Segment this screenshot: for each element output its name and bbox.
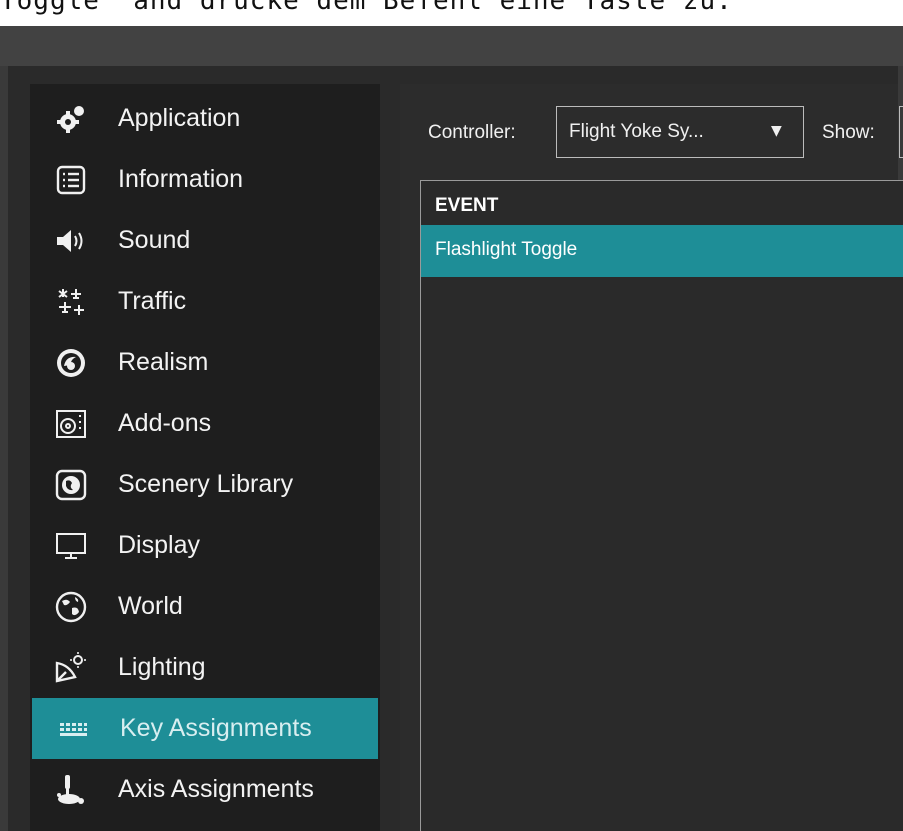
sidebar-item-label: Sound — [118, 226, 191, 254]
sidebar-item-realism[interactable]: Realism — [30, 332, 380, 393]
controller-label: Controller: — [428, 122, 516, 143]
controller-select[interactable]: Flight Yoke Sy... ▼ — [556, 106, 804, 158]
caption-strip: Toggle" and drücke dem Befehl eine Taste… — [0, 0, 903, 26]
sidebar-item-world[interactable]: World — [30, 576, 380, 637]
sidebar-item-label: Lighting — [118, 653, 206, 681]
show-select[interactable] — [899, 106, 903, 158]
event-column-header[interactable]: EVENT — [435, 195, 498, 217]
sidebar-item-label: World — [118, 592, 183, 620]
table-row[interactable]: Flashlight Toggle — [421, 225, 903, 277]
sidebar-item-label: Display — [118, 531, 200, 559]
sidebar-item-add-ons[interactable]: Add-ons — [30, 393, 380, 454]
gear-splat-icon — [50, 98, 92, 140]
realism-icon — [50, 342, 92, 384]
sidebar-item-label: Axis Assignments — [118, 775, 314, 803]
caption-text: Toggle" and drücke dem Befehl eine Taste… — [0, 0, 733, 16]
list-icon — [50, 159, 92, 201]
event-table: EVENT Flashlight Toggle — [420, 180, 903, 831]
sidebar-item-sound[interactable]: Sound — [30, 210, 380, 271]
speaker-icon — [50, 220, 92, 262]
sidebar-item-display[interactable]: Display — [30, 515, 380, 576]
show-label: Show: — [822, 122, 875, 143]
controller-select-value: Flight Yoke Sy... — [569, 121, 704, 142]
sidebar-item-label: Key Assignments — [120, 714, 312, 742]
joystick-icon — [50, 769, 92, 811]
lighting-icon — [50, 647, 92, 689]
sidebar-item-scenery-library[interactable]: Scenery Library — [30, 454, 380, 515]
sidebar-item-label: Scenery Library — [118, 470, 294, 498]
sidebar-item-label: Add-ons — [118, 409, 212, 437]
keyboard-icon — [52, 708, 94, 750]
sidebar-item-label: Traffic — [118, 287, 187, 315]
frame-left-edge — [0, 66, 8, 831]
sidebar: Application Information Sound Traffic Re… — [30, 84, 380, 831]
globe-box-icon — [50, 464, 92, 506]
sidebar-item-information[interactable]: Information — [30, 149, 380, 210]
sidebar-item-application[interactable]: Application — [30, 88, 380, 149]
monitor-icon — [50, 525, 92, 567]
title-bar — [0, 26, 903, 66]
globe-icon — [50, 586, 92, 628]
table-row-event: Flashlight Toggle — [435, 239, 578, 260]
airplanes-icon — [50, 281, 92, 323]
sidebar-item-axis-assignments[interactable]: Axis Assignments — [30, 759, 380, 820]
chevron-down-icon: ▼ — [771, 123, 782, 139]
sidebar-item-key-assignments[interactable]: Key Assignments — [32, 698, 378, 759]
sidebar-item-label: Application — [118, 104, 241, 132]
addons-icon — [50, 403, 92, 445]
sidebar-item-label: Information — [118, 165, 244, 193]
sidebar-item-lighting[interactable]: Lighting — [30, 637, 380, 698]
sidebar-item-label: Realism — [118, 348, 209, 376]
sidebar-item-traffic[interactable]: Traffic — [30, 271, 380, 332]
